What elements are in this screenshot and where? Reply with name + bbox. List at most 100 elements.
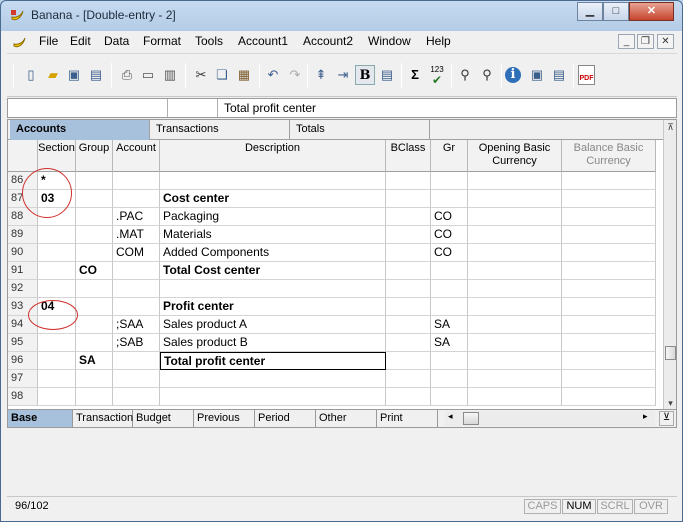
cell-description[interactable]: Profit center <box>160 298 386 316</box>
vertical-scrollbar[interactable]: ⊼ ▾ <box>663 120 676 410</box>
scroll-top-icon[interactable]: ⊼ <box>664 120 676 134</box>
cell-account[interactable] <box>113 190 160 208</box>
row-number[interactable]: 95 <box>8 334 38 352</box>
cell-opening[interactable] <box>468 226 562 244</box>
row-number[interactable]: 89 <box>8 226 38 244</box>
cell-group[interactable]: CO <box>76 262 113 280</box>
cell-account[interactable]: ;SAA <box>113 316 160 334</box>
column-header-balance[interactable]: Balance Basic Currency <box>562 140 656 172</box>
cell-section[interactable] <box>38 352 76 370</box>
scroll-bottom-icon[interactable]: ⊻ <box>659 411 674 426</box>
table-row[interactable]: 89 .MAT Materials CO <box>8 226 663 244</box>
menu-window[interactable]: Window <box>368 34 411 48</box>
cell-description[interactable] <box>160 388 386 406</box>
cell-bclass[interactable] <box>386 280 431 298</box>
table-row[interactable]: 93 04 Profit center <box>8 298 663 316</box>
cell-opening[interactable] <box>468 280 562 298</box>
close-button[interactable]: ✕ <box>629 2 674 21</box>
mdi-close-button[interactable]: ✕ <box>657 34 674 49</box>
cell-section[interactable] <box>38 388 76 406</box>
scroll-down-icon[interactable]: ▾ <box>664 396 676 410</box>
insert-row-icon[interactable]: ⇞ <box>311 65 331 85</box>
spellcheck-icon[interactable]: 123 ✔ <box>427 65 447 86</box>
horizontal-scroll-thumb[interactable] <box>463 412 479 425</box>
view-tab-period[interactable]: Period <box>255 410 316 427</box>
cell-opening[interactable] <box>468 244 562 262</box>
menu-account2[interactable]: Account2 <box>303 34 353 48</box>
find-icon[interactable]: ⚲ <box>455 65 475 85</box>
view-tab-previous[interactable]: Previous <box>194 410 255 427</box>
column-header-group[interactable]: Group <box>76 140 113 172</box>
cell-group[interactable] <box>76 172 113 190</box>
cell-account[interactable]: ;SAB <box>113 334 160 352</box>
maximize-button[interactable]: □ <box>603 2 629 21</box>
sum-icon[interactable]: Σ <box>405 65 425 85</box>
menu-format[interactable]: Format <box>143 34 181 48</box>
menu-tools[interactable]: Tools <box>195 34 223 48</box>
cell-gr[interactable]: SA <box>431 316 468 334</box>
cell-description[interactable]: Total Cost center <box>160 262 386 280</box>
cell-description[interactable] <box>160 280 386 298</box>
cell-balance[interactable] <box>562 334 656 352</box>
cell-bclass[interactable] <box>386 370 431 388</box>
cell-group[interactable] <box>76 280 113 298</box>
cell-description[interactable]: Packaging <box>160 208 386 226</box>
cell-balance[interactable] <box>562 244 656 262</box>
replace-icon[interactable]: ⚲ <box>477 65 497 85</box>
cell-group[interactable] <box>76 388 113 406</box>
cell-opening[interactable] <box>468 262 562 280</box>
cell-group[interactable]: SA <box>76 352 113 370</box>
cell-gr[interactable] <box>431 190 468 208</box>
align-icon[interactable]: ▤ <box>377 65 397 85</box>
cell-account[interactable] <box>113 262 160 280</box>
column-header-opening[interactable]: Opening Basic Currency <box>468 140 562 172</box>
row-number[interactable]: 92 <box>8 280 38 298</box>
export-icon[interactable]: ▤ <box>549 65 569 85</box>
cell-section[interactable] <box>38 226 76 244</box>
cell-gr[interactable]: CO <box>431 244 468 262</box>
table-row[interactable]: 87 03 Cost center <box>8 190 663 208</box>
cell-account[interactable] <box>113 172 160 190</box>
table-row[interactable]: 97 <box>8 370 663 388</box>
cell-group[interactable] <box>76 244 113 262</box>
cell-bclass[interactable] <box>386 262 431 280</box>
cell-balance[interactable] <box>562 298 656 316</box>
cell-opening[interactable] <box>468 190 562 208</box>
row-number[interactable]: 90 <box>8 244 38 262</box>
formula-input[interactable]: Total profit center <box>224 101 316 115</box>
cell-bclass[interactable] <box>386 298 431 316</box>
column-header-description[interactable]: Description <box>160 140 386 172</box>
row-number[interactable]: 97 <box>8 370 38 388</box>
cell-description[interactable]: Sales product B <box>160 334 386 352</box>
cell-account[interactable] <box>113 370 160 388</box>
cell-gr[interactable] <box>431 280 468 298</box>
document-icon[interactable] <box>11 34 27 50</box>
cell-balance[interactable] <box>562 352 656 370</box>
horizontal-scrollbar[interactable]: ◂ ▸ <box>445 411 655 426</box>
table-row[interactable]: 88 .PAC Packaging CO <box>8 208 663 226</box>
view-tab-base[interactable]: Base <box>8 410 73 427</box>
minimize-button[interactable]: ▁ <box>577 2 603 21</box>
cell-opening[interactable] <box>468 172 562 190</box>
cell-bclass[interactable] <box>386 352 431 370</box>
cell-balance[interactable] <box>562 172 656 190</box>
cell-balance[interactable] <box>562 208 656 226</box>
window-icon[interactable]: ▣ <box>527 65 547 85</box>
column-header-gr[interactable]: Gr <box>431 140 468 172</box>
cell-gr[interactable] <box>431 370 468 388</box>
cell-opening[interactable] <box>468 298 562 316</box>
table-row[interactable]: 91 CO Total Cost center <box>8 262 663 280</box>
cell-description[interactable]: Sales product A <box>160 316 386 334</box>
cell-group[interactable] <box>76 316 113 334</box>
view-tab-budget[interactable]: Budget <box>133 410 194 427</box>
cell-description[interactable]: Cost center <box>160 190 386 208</box>
paste-icon[interactable]: ▦ <box>234 65 254 85</box>
cell-gr[interactable] <box>431 388 468 406</box>
cell-gr[interactable] <box>431 262 468 280</box>
menu-help[interactable]: Help <box>426 34 451 48</box>
cell-account[interactable] <box>113 388 160 406</box>
table-row[interactable]: 94 ;SAA Sales product A SA <box>8 316 663 334</box>
scroll-right-icon[interactable]: ▸ <box>643 411 648 422</box>
cell-bclass[interactable] <box>386 208 431 226</box>
cell-bclass[interactable] <box>386 334 431 352</box>
